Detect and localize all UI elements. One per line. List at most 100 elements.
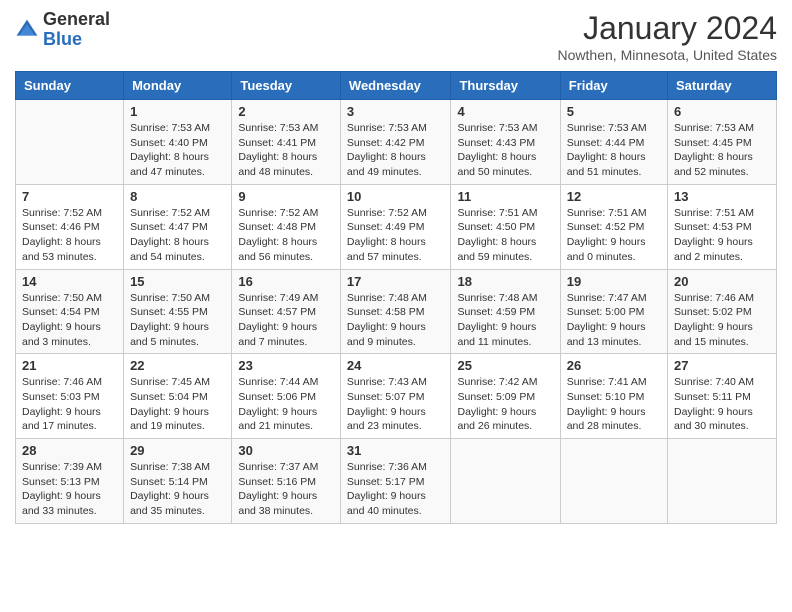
day-number: 16 — [238, 274, 334, 289]
day-number: 10 — [347, 189, 445, 204]
day-number: 1 — [130, 104, 225, 119]
logo-icon — [15, 18, 39, 42]
day-info: Sunrise: 7:53 AMSunset: 4:44 PMDaylight:… — [567, 121, 661, 180]
calendar-cell — [668, 439, 777, 524]
logo-blue-text: Blue — [43, 29, 82, 49]
calendar-cell: 21Sunrise: 7:46 AMSunset: 5:03 PMDayligh… — [16, 354, 124, 439]
calendar-table: SundayMondayTuesdayWednesdayThursdayFrid… — [15, 71, 777, 524]
day-number: 6 — [674, 104, 770, 119]
day-number: 22 — [130, 358, 225, 373]
day-number: 19 — [567, 274, 661, 289]
calendar-cell — [560, 439, 667, 524]
day-number: 18 — [457, 274, 553, 289]
day-header-wednesday: Wednesday — [340, 72, 451, 100]
calendar-cell: 2Sunrise: 7:53 AMSunset: 4:41 PMDaylight… — [232, 100, 341, 185]
calendar-cell: 23 Sunrise: 7:44 AMSunset: 5:06 PMDayligh… — [232, 354, 341, 439]
calendar-cell: 14 Sunrise: 7:50 AMSunset: 4:54 PMDayligh… — [16, 269, 124, 354]
day-number: 24 — [347, 358, 445, 373]
calendar-cell: 20 Sunrise: 7:46 AMSunset: 5:02 PMDayligh… — [668, 269, 777, 354]
day-info: Sunrise: 7:36 AMSunset: 5:17 PMDaylight:… — [347, 460, 445, 519]
day-info: Sunrise: 7:52 AMSunset: 4:47 PMDaylight:… — [130, 206, 225, 265]
location: Nowthen, Minnesota, United States — [558, 47, 777, 63]
calendar-week-row: 28 Sunrise: 7:39 AMSunset: 5:13 PMDayligh… — [16, 439, 777, 524]
day-number: 9 — [238, 189, 334, 204]
day-number: 11 — [457, 189, 553, 204]
day-info: Sunrise: 7:42 AMSunset: 5:09 PMDaylight:… — [457, 375, 553, 434]
day-info: Sunrise: 7:48 AMSunset: 4:59 PMDaylight:… — [457, 291, 553, 350]
day-header-sunday: Sunday — [16, 72, 124, 100]
day-number: 25 — [457, 358, 553, 373]
calendar-cell — [451, 439, 560, 524]
day-number: 29 — [130, 443, 225, 458]
day-info: Sunrise: 7:50 AMSunset: 4:55 PMDaylight:… — [130, 291, 225, 350]
calendar-cell: 26Sunrise: 7:41 AMSunset: 5:10 PMDayligh… — [560, 354, 667, 439]
calendar-cell: 16 Sunrise: 7:49 AMSunset: 4:57 PMDayligh… — [232, 269, 341, 354]
logo-general-text: General — [43, 9, 110, 29]
day-info: Sunrise: 7:50 AMSunset: 4:54 PMDaylight:… — [22, 291, 117, 350]
calendar-cell: 28 Sunrise: 7:39 AMSunset: 5:13 PMDayligh… — [16, 439, 124, 524]
day-header-friday: Friday — [560, 72, 667, 100]
day-info: Sunrise: 7:53 AMSunset: 4:45 PMDaylight:… — [674, 121, 770, 180]
day-header-monday: Monday — [124, 72, 232, 100]
day-number: 4 — [457, 104, 553, 119]
calendar-cell: 13Sunrise: 7:51 AMSunset: 4:53 PMDayligh… — [668, 184, 777, 269]
day-number: 26 — [567, 358, 661, 373]
logo: General Blue — [15, 10, 110, 50]
calendar-cell: 8 Sunrise: 7:52 AMSunset: 4:47 PMDaylight… — [124, 184, 232, 269]
calendar-cell: 1Sunrise: 7:53 AMSunset: 4:40 PMDaylight… — [124, 100, 232, 185]
day-header-saturday: Saturday — [668, 72, 777, 100]
day-number: 5 — [567, 104, 661, 119]
title-section: January 2024 Nowthen, Minnesota, United … — [558, 10, 777, 63]
calendar-cell: 10 Sunrise: 7:52 AMSunset: 4:49 PMDayligh… — [340, 184, 451, 269]
calendar-cell: 30Sunrise: 7:37 AMSunset: 5:16 PMDayligh… — [232, 439, 341, 524]
calendar-cell: 19 Sunrise: 7:47 AMSunset: 5:00 PMDayligh… — [560, 269, 667, 354]
calendar-cell: 11 Sunrise: 7:51 AMSunset: 4:50 PMDayligh… — [451, 184, 560, 269]
day-info: Sunrise: 7:38 AMSunset: 5:14 PMDaylight:… — [130, 460, 225, 519]
calendar-cell: 22 Sunrise: 7:45 AMSunset: 5:04 PMDayligh… — [124, 354, 232, 439]
day-number: 23 — [238, 358, 334, 373]
calendar-week-row: 14 Sunrise: 7:50 AMSunset: 4:54 PMDayligh… — [16, 269, 777, 354]
day-number: 13 — [674, 189, 770, 204]
calendar-cell: 24 Sunrise: 7:43 AMSunset: 5:07 PMDayligh… — [340, 354, 451, 439]
day-info: Sunrise: 7:43 AMSunset: 5:07 PMDaylight:… — [347, 375, 445, 434]
month-title: January 2024 — [558, 10, 777, 47]
page-header: General Blue January 2024 Nowthen, Minne… — [15, 10, 777, 63]
day-info: Sunrise: 7:51 AMSunset: 4:52 PMDaylight:… — [567, 206, 661, 265]
calendar-cell: 31Sunrise: 7:36 AMSunset: 5:17 PMDayligh… — [340, 439, 451, 524]
day-info: Sunrise: 7:52 AMSunset: 4:49 PMDaylight:… — [347, 206, 445, 265]
day-number: 20 — [674, 274, 770, 289]
day-info: Sunrise: 7:46 AMSunset: 5:02 PMDaylight:… — [674, 291, 770, 350]
calendar-cell: 29 Sunrise: 7:38 AMSunset: 5:14 PMDayligh… — [124, 439, 232, 524]
day-info: Sunrise: 7:49 AMSunset: 4:57 PMDaylight:… — [238, 291, 334, 350]
calendar-cell: 25 Sunrise: 7:42 AMSunset: 5:09 PMDayligh… — [451, 354, 560, 439]
day-number: 28 — [22, 443, 117, 458]
day-number: 17 — [347, 274, 445, 289]
day-info: Sunrise: 7:46 AMSunset: 5:03 PMDaylight:… — [22, 375, 117, 434]
day-number: 15 — [130, 274, 225, 289]
day-number: 3 — [347, 104, 445, 119]
day-number: 8 — [130, 189, 225, 204]
day-info: Sunrise: 7:48 AMSunset: 4:58 PMDaylight:… — [347, 291, 445, 350]
day-info: Sunrise: 7:47 AMSunset: 5:00 PMDaylight:… — [567, 291, 661, 350]
day-number: 7 — [22, 189, 117, 204]
day-number: 30 — [238, 443, 334, 458]
day-info: Sunrise: 7:52 AMSunset: 4:48 PMDaylight:… — [238, 206, 334, 265]
calendar-cell: 5 Sunrise: 7:53 AMSunset: 4:44 PMDaylight… — [560, 100, 667, 185]
day-info: Sunrise: 7:44 AMSunset: 5:06 PMDaylight:… — [238, 375, 334, 434]
day-info: Sunrise: 7:40 AMSunset: 5:11 PMDaylight:… — [674, 375, 770, 434]
calendar-cell: 4Sunrise: 7:53 AMSunset: 4:43 PMDaylight… — [451, 100, 560, 185]
calendar-cell: 9 Sunrise: 7:52 AMSunset: 4:48 PMDaylight… — [232, 184, 341, 269]
day-number: 14 — [22, 274, 117, 289]
day-info: Sunrise: 7:39 AMSunset: 5:13 PMDaylight:… — [22, 460, 117, 519]
day-number: 2 — [238, 104, 334, 119]
calendar-cell: 3Sunrise: 7:53 AMSunset: 4:42 PMDaylight… — [340, 100, 451, 185]
day-info: Sunrise: 7:51 AMSunset: 4:50 PMDaylight:… — [457, 206, 553, 265]
calendar-week-row: 21Sunrise: 7:46 AMSunset: 5:03 PMDayligh… — [16, 354, 777, 439]
calendar-week-row: 1Sunrise: 7:53 AMSunset: 4:40 PMDaylight… — [16, 100, 777, 185]
calendar-cell: 18 Sunrise: 7:48 AMSunset: 4:59 PMDayligh… — [451, 269, 560, 354]
calendar-header-row: SundayMondayTuesdayWednesdayThursdayFrid… — [16, 72, 777, 100]
calendar-cell: 15 Sunrise: 7:50 AMSunset: 4:55 PMDayligh… — [124, 269, 232, 354]
day-info: Sunrise: 7:45 AMSunset: 5:04 PMDaylight:… — [130, 375, 225, 434]
calendar-cell — [16, 100, 124, 185]
calendar-week-row: 7Sunrise: 7:52 AMSunset: 4:46 PMDaylight… — [16, 184, 777, 269]
